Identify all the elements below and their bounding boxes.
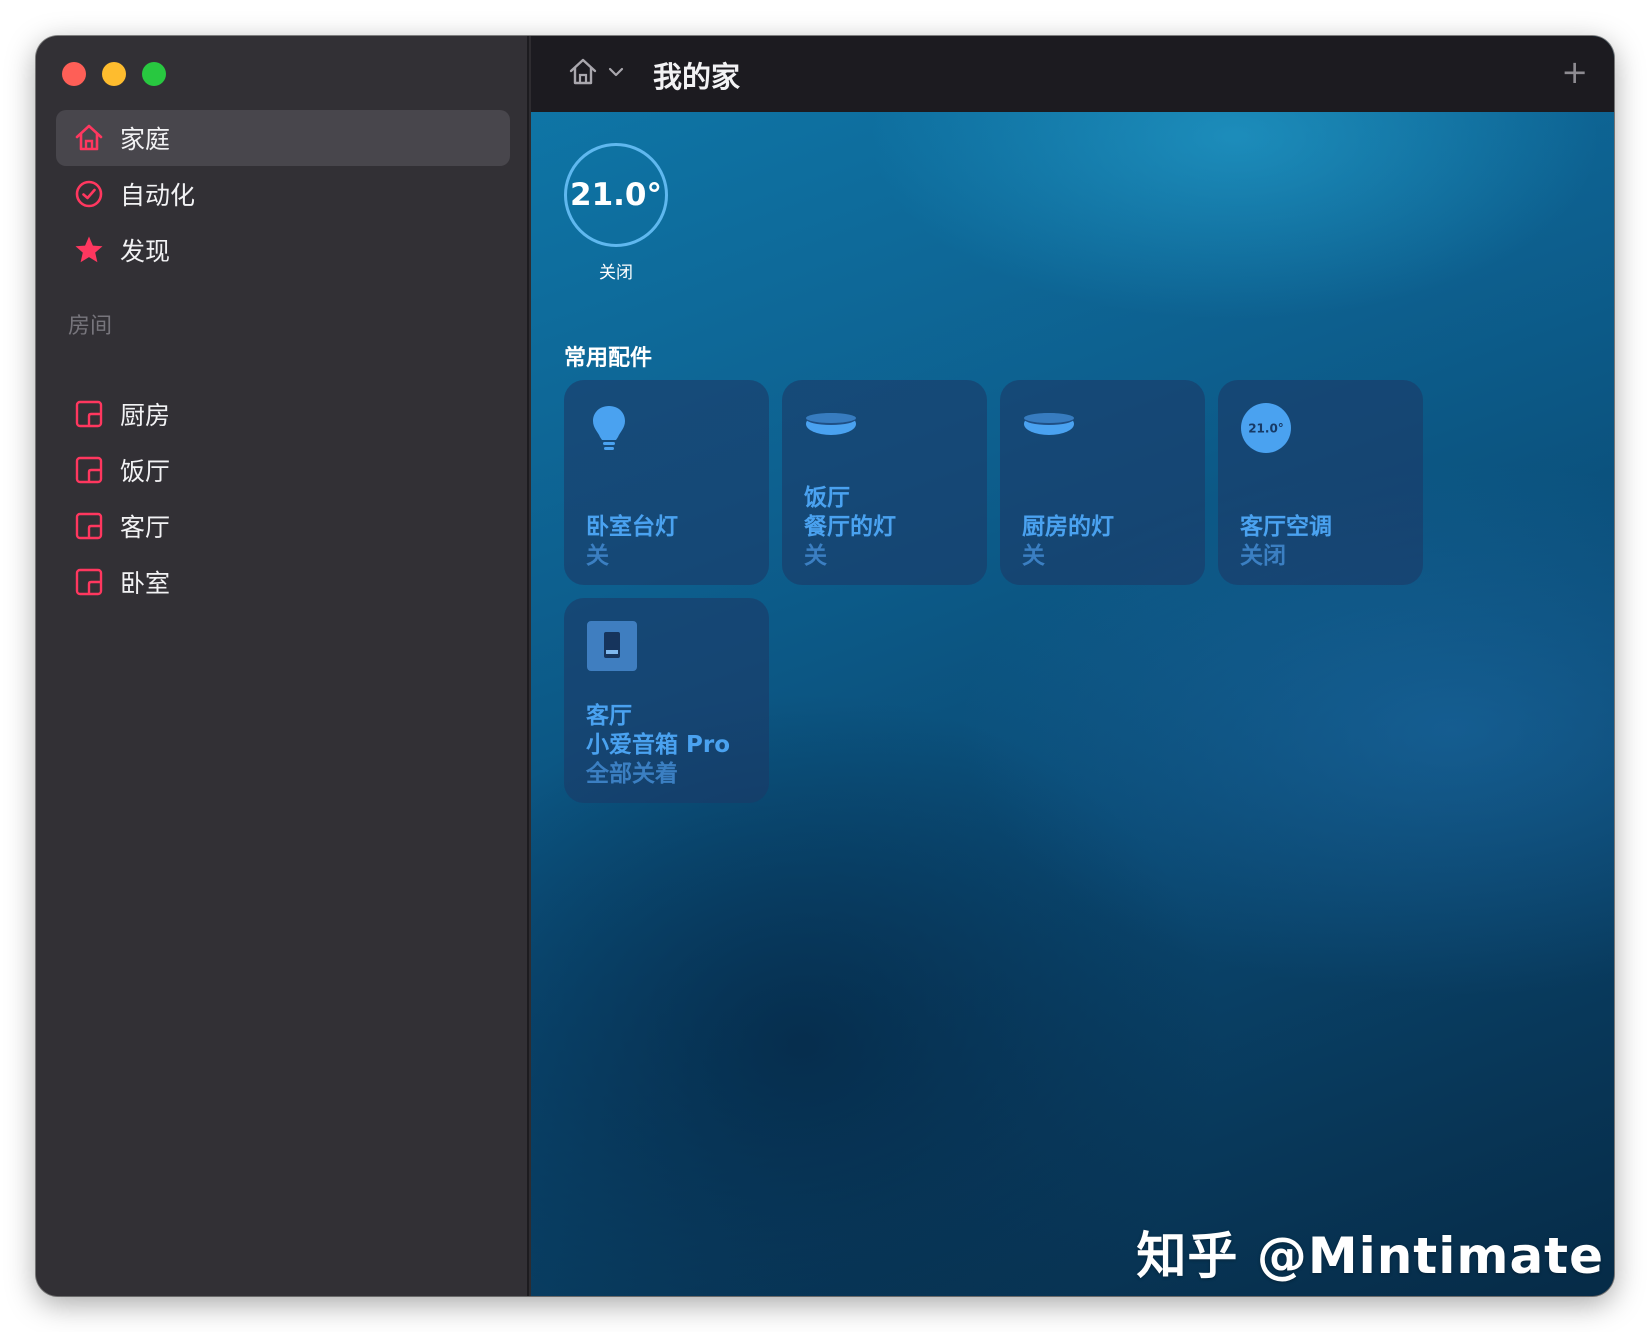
accessory-tile-dining-light[interactable]: 饭厅 餐厅的灯 关	[782, 380, 987, 585]
chevron-down-icon	[607, 63, 625, 85]
thermostat-icon: 21.0°	[1240, 402, 1292, 458]
ceiling-light-icon	[1022, 402, 1076, 446]
ceiling-light-icon	[804, 402, 858, 446]
sidebar-nav: 家庭 自动化 发现	[56, 110, 510, 278]
tile-text: 客厅 小爱音箱 Pro 全部关着	[586, 702, 759, 789]
sidebar-item-automation[interactable]: 自动化	[56, 166, 510, 222]
sidebar: 家庭 自动化 发现 房间 厨房 饭厅 客厅 卧室	[36, 36, 529, 1296]
tile-status: 关	[1022, 543, 1045, 569]
tile-room: 客厅	[586, 703, 632, 729]
watermark: 知乎 @Mintimate	[1136, 1227, 1604, 1285]
home-icon	[567, 56, 599, 92]
sidebar-item-label: 厨房	[120, 401, 171, 430]
tile-name: 厨房的灯	[1022, 514, 1114, 540]
speaker-icon	[586, 620, 638, 676]
tile-name: 小爱音箱 Pro	[586, 732, 731, 758]
sidebar-item-home[interactable]: 家庭	[56, 110, 510, 166]
sidebar-item-label: 自动化	[120, 181, 196, 210]
tile-room: 饭厅	[804, 485, 850, 511]
tile-status: 全部关着	[586, 761, 678, 787]
sidebar-item-discover[interactable]: 发现	[56, 222, 510, 278]
add-button[interactable]: +	[1561, 52, 1588, 92]
minimize-window-button[interactable]	[102, 62, 126, 86]
tile-text: 厨房的灯 关	[1022, 513, 1195, 571]
thermostat-icon-text: 21.0°	[1248, 422, 1284, 436]
tile-name: 客厅空调	[1240, 514, 1332, 540]
sidebar-item-living-room[interactable]: 客厅	[56, 498, 510, 554]
room-icon	[72, 565, 106, 599]
accessory-tile-living-room-ac[interactable]: 21.0° 客厅空调 关闭	[1218, 380, 1423, 585]
tile-status: 关	[804, 543, 827, 569]
sidebar-item-kitchen[interactable]: 厨房	[56, 386, 510, 442]
room-icon	[72, 509, 106, 543]
sidebar-item-bedroom[interactable]: 卧室	[56, 554, 510, 610]
climate-temperature: 21.0°	[570, 177, 662, 213]
bulb-icon	[586, 402, 632, 460]
clock-icon	[72, 177, 106, 211]
sidebar-item-label: 家庭	[120, 125, 171, 154]
home-icon	[72, 121, 106, 155]
main-content: 我的家 + 21.0° 关闭 常用配件 卧室台灯 关 饭厅 餐厅的灯 关 厨房的…	[531, 36, 1614, 1296]
accessory-tile-bedroom-lamp[interactable]: 卧室台灯 关	[564, 380, 769, 585]
tile-name: 餐厅的灯	[804, 514, 896, 540]
rooms-list: 厨房 饭厅 客厅 卧室	[56, 386, 510, 610]
tile-status: 关闭	[1240, 543, 1286, 569]
app-window: 家庭 自动化 发现 房间 厨房 饭厅 客厅 卧室 我的家 + 21.0° 关闭 …	[36, 36, 1614, 1296]
tile-status: 关	[586, 543, 609, 569]
room-icon	[72, 397, 106, 431]
climate-status-label: 关闭	[599, 263, 633, 283]
sidebar-item-dining[interactable]: 饭厅	[56, 442, 510, 498]
accessory-tile-speaker[interactable]: 客厅 小爱音箱 Pro 全部关着	[564, 598, 769, 803]
climate-status-button[interactable]: 21.0°	[564, 143, 668, 247]
sidebar-item-label: 客厅	[120, 513, 171, 542]
tile-text: 饭厅 餐厅的灯 关	[804, 484, 977, 571]
favorites-section-title: 常用配件	[564, 346, 653, 371]
close-window-button[interactable]	[62, 62, 86, 86]
accessory-tile-kitchen-light[interactable]: 厨房的灯 关	[1000, 380, 1205, 585]
page-title: 我的家	[653, 60, 741, 94]
room-icon	[72, 453, 106, 487]
tile-name: 卧室台灯	[586, 514, 678, 540]
sidebar-item-label: 卧室	[120, 569, 171, 598]
toolbar: 我的家 +	[531, 36, 1614, 112]
home-menu-button[interactable]	[567, 56, 625, 92]
rooms-section-label: 房间	[68, 314, 113, 339]
star-icon	[72, 233, 106, 267]
sidebar-item-label: 饭厅	[120, 457, 171, 486]
tile-text: 客厅空调 关闭	[1240, 513, 1413, 571]
tile-text: 卧室台灯 关	[586, 513, 759, 571]
zoom-window-button[interactable]	[142, 62, 166, 86]
window-controls	[62, 62, 166, 86]
sidebar-item-label: 发现	[120, 237, 171, 266]
